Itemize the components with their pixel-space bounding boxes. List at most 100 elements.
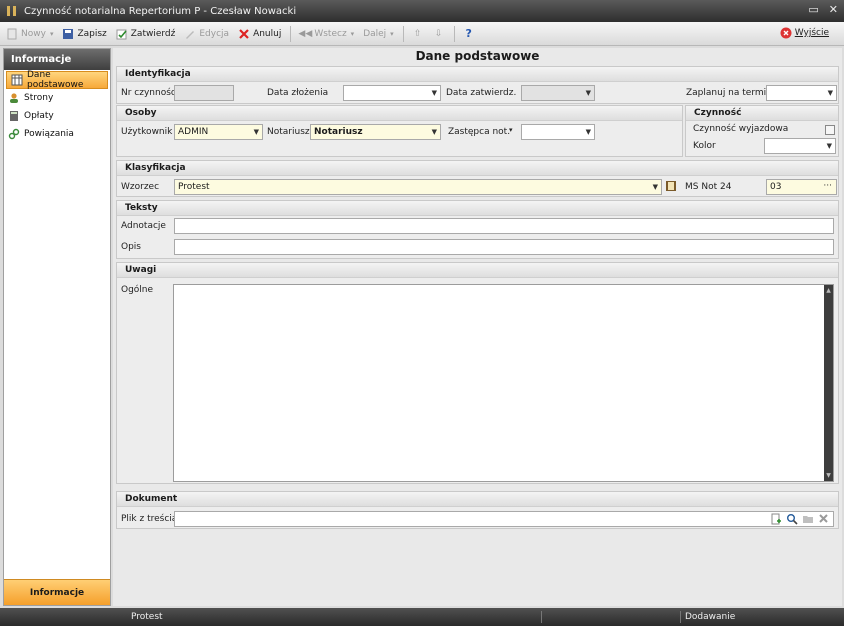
group-header: Czynność [686, 106, 838, 121]
toolbar-separator [290, 25, 292, 42]
status-template: Protest [131, 612, 163, 622]
chevron-down-icon: ▼ [585, 128, 591, 136]
wyjazdowa-label: Czynność wyjazdowa [693, 124, 789, 134]
opis-input[interactable] [174, 239, 834, 255]
save-icon [62, 28, 74, 40]
sidebar-item-powiazania[interactable]: Powiązania [4, 125, 110, 143]
edit-button[interactable]: Edycja [184, 28, 229, 40]
status-separator [680, 611, 681, 623]
folder-icon[interactable] [802, 513, 814, 528]
title-bar: Czynność notarialna Repertorium P - Czes… [0, 0, 844, 22]
back-arrow-icon: ◀◀ [298, 28, 313, 39]
kolor-label: Kolor [693, 141, 716, 151]
data-zatwierdz-date-picker[interactable]: ▼ [521, 85, 595, 101]
arrow-up-icon: ⇧ [413, 28, 422, 39]
help-icon: ? [465, 27, 472, 40]
uzytkownik-label: Użytkownik [121, 127, 173, 137]
wyjazdowa-checkbox[interactable] [825, 125, 835, 135]
zastepca-select[interactable]: ▼ [521, 124, 595, 140]
notariusz-select[interactable]: Notariusz ▼ [310, 124, 441, 140]
approve-icon [116, 28, 128, 40]
chevron-down-icon: ▾ [350, 29, 355, 38]
notariusz-label: Notariusz [267, 127, 310, 137]
sidebar-item-dane-podstawowe[interactable]: Dane podstawowe [6, 70, 108, 90]
chevron-down-icon[interactable]: ▾ [509, 126, 513, 134]
delete-icon[interactable] [818, 513, 829, 528]
group-header: Identyfikacja [117, 67, 838, 82]
exit-icon [780, 27, 792, 39]
chevron-down-icon: ▼ [431, 128, 437, 136]
cancel-button[interactable]: Anuluj [238, 28, 281, 40]
ms-not-field[interactable]: 03 ··· [766, 179, 837, 195]
group-osoby: Osoby Użytkownik ADMIN ▼ Notariusz Notari… [116, 105, 683, 157]
scroll-up-icon[interactable]: ▲ [825, 287, 832, 294]
data-zlozenia-date-picker[interactable]: ▼ [343, 85, 441, 101]
sidebar-item-strony[interactable]: Strony [4, 89, 110, 107]
data-zatwierdz-label: Data zatwierdz. [446, 88, 517, 98]
group-header: Uwagi [117, 263, 838, 278]
close-window-button[interactable]: ✕ [829, 3, 838, 16]
ms-not-label: MS Not 24 [685, 182, 732, 192]
help-button[interactable]: ? [463, 27, 475, 40]
adnotacje-label: Adnotacje [121, 221, 166, 231]
toolbar-separator [402, 25, 404, 42]
new-document-icon [6, 28, 18, 40]
link-icon [8, 128, 20, 140]
minimize-button[interactable]: ▭ [808, 3, 818, 16]
group-identyfikacja: Identyfikacja Nr czynności Data złożenia… [116, 66, 839, 104]
wzorzec-label: Wzorzec [121, 182, 160, 192]
plik-label: Plik z treścią [121, 514, 178, 524]
adnotacje-input[interactable] [174, 218, 834, 234]
group-dokument: Dokument Plik z treścią [116, 491, 839, 529]
page-title: Dane podstawowe [415, 49, 540, 63]
group-klasyfikacja: Klasyfikacja Wzorzec Protest ▼ MS Not 24 … [116, 160, 839, 197]
save-button[interactable]: Zapisz [62, 28, 107, 40]
calculator-icon [8, 110, 20, 122]
status-separator [541, 611, 542, 623]
status-mode: Dodawanie [685, 612, 736, 622]
sidebar-footer-tab[interactable]: Informacje [4, 579, 110, 605]
scroll-down-icon[interactable]: ▼ [825, 472, 832, 479]
sidebar-item-oplaty[interactable]: Opłaty [4, 107, 110, 125]
next-button[interactable]: Dalej ▾ [363, 29, 394, 39]
chevron-down-icon: ▾ [390, 29, 394, 38]
data-zlozenia-label: Data złożenia [267, 88, 329, 98]
uzytkownik-select[interactable]: ADMIN ▼ [174, 124, 263, 140]
sidebar-header: Informacje [4, 49, 110, 70]
plik-input[interactable] [174, 511, 834, 527]
book-icon[interactable] [665, 180, 677, 195]
vertical-scrollbar[interactable]: ▲ ▼ [824, 285, 833, 481]
wzorzec-select[interactable]: Protest ▼ [174, 179, 662, 195]
move-up-button[interactable]: ⇧ [412, 28, 424, 40]
group-header: Osoby [117, 106, 682, 121]
ogolne-textarea[interactable]: ▲ ▼ [173, 284, 834, 482]
search-icon[interactable] [786, 513, 798, 528]
group-header: Teksty [117, 201, 838, 216]
move-down-button[interactable]: ⇩ [433, 28, 445, 40]
nr-czynnosci-label: Nr czynności [121, 88, 179, 98]
main-panel: Dane podstawowe Identyfikacja Nr czynnoś… [113, 48, 842, 606]
opis-label: Opis [121, 242, 141, 252]
app-icon [5, 4, 19, 18]
exit-button[interactable]: Wyjście [780, 27, 829, 39]
window-title: Czynność notarialna Repertorium P - Czes… [24, 5, 297, 17]
toolbar: Nowy ▾ Zapisz Zatwierdź Edycja Anuluj ◀◀ … [0, 22, 844, 46]
zaplanuj-label: Zaplanuj na termin [686, 88, 772, 98]
group-header: Klasyfikacja [117, 161, 838, 176]
zaplanuj-date-picker[interactable]: ▼ [766, 85, 837, 101]
chevron-down-icon: ▼ [431, 89, 437, 97]
nr-czynnosci-field[interactable] [174, 85, 234, 101]
toolbar-separator [453, 25, 455, 42]
ogolne-label: Ogólne [121, 285, 154, 295]
add-file-icon[interactable] [771, 513, 782, 528]
group-teksty: Teksty Adnotacje Opis [116, 200, 839, 259]
kolor-color-picker[interactable]: ▼ [764, 138, 836, 154]
chevron-down-icon: ▼ [585, 89, 591, 97]
back-button[interactable]: ◀◀ Wstecz ▾ [298, 28, 355, 40]
approve-button[interactable]: Zatwierdź [116, 28, 175, 40]
new-button[interactable]: Nowy ▾ [6, 28, 53, 40]
arrow-down-icon: ⇩ [434, 28, 443, 39]
chevron-down-icon: ▼ [253, 128, 259, 136]
chevron-down-icon: ▼ [826, 142, 832, 150]
sidebar: Informacje Dane podstawowe Strony Opłaty… [3, 48, 111, 606]
